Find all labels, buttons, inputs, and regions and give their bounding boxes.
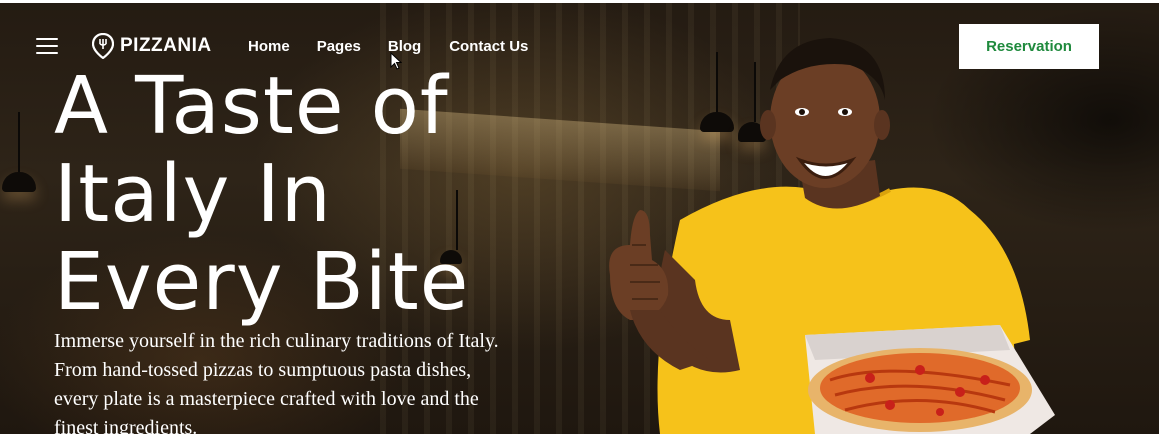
headline-line: A Taste of xyxy=(54,60,449,152)
chef-holding-pizza-image xyxy=(609,38,1055,434)
headline-line: Italy In xyxy=(54,148,332,240)
nav-item-home[interactable]: Home xyxy=(248,38,290,55)
nav-item-pages[interactable]: Pages xyxy=(317,38,361,55)
pendant-lamp xyxy=(2,112,36,192)
intro-line: Immerse yourself in the rich culinary tr… xyxy=(54,330,499,352)
hero-intro-text: Immerse yourself in the rich culinary tr… xyxy=(54,327,594,434)
intro-line: every plate is a masterpiece crafted wit… xyxy=(54,388,479,410)
hamburger-menu-icon[interactable] xyxy=(36,38,58,56)
headline-line: Every Bite xyxy=(54,236,470,328)
intro-line: finest ingredients. xyxy=(54,417,198,434)
nav-item-contact-us[interactable]: Contact Us xyxy=(449,38,528,55)
window-top-edge xyxy=(0,0,1162,3)
hero-headline: A Taste of Italy In Every Bite xyxy=(54,62,574,326)
brand-logo[interactable]: PIZZANIA xyxy=(92,33,212,59)
brand-name: PIZZANIA xyxy=(120,35,212,56)
reservation-button[interactable]: Reservation xyxy=(959,24,1099,69)
main-nav: Home Pages Blog Contact Us xyxy=(248,38,528,55)
intro-line: From hand-tossed pizzas to sumptuous pas… xyxy=(54,359,472,381)
location-pin-fork-icon xyxy=(92,33,114,59)
